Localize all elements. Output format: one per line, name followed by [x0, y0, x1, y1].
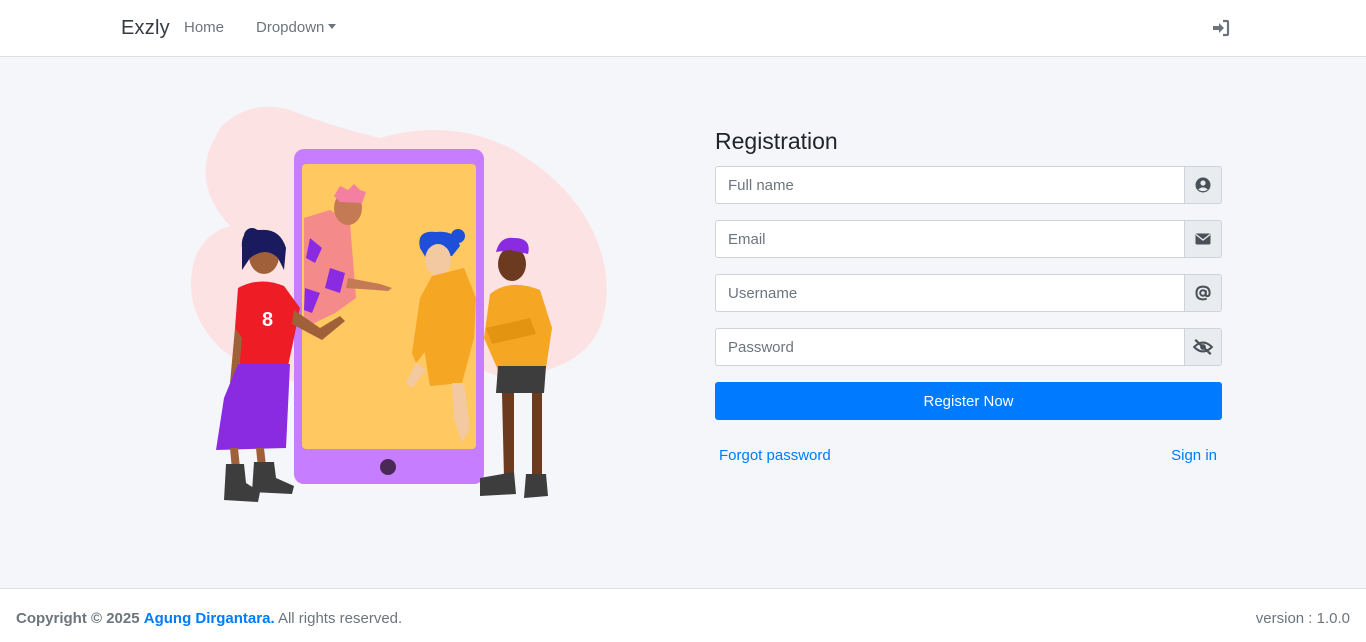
fullname-group	[715, 166, 1222, 204]
user-circle-icon	[1195, 177, 1211, 193]
copyright-prefix: Copyright © 2025	[16, 610, 140, 627]
email-input[interactable]	[715, 220, 1184, 258]
copyright-text: Copyright © 2025 Agung Dirgantara. All r…	[16, 610, 402, 627]
registration-illustration: 8	[190, 106, 607, 502]
at-icon	[1195, 285, 1211, 301]
password-group	[715, 328, 1222, 366]
rights-text: All rights reserved.	[277, 610, 403, 627]
email-group	[715, 220, 1222, 258]
register-button[interactable]: Register Now	[715, 382, 1222, 420]
top-navbar: Exzly Home Dropdown	[0, 0, 1366, 57]
password-toggle[interactable]	[1184, 328, 1222, 366]
svg-text:8: 8	[262, 309, 273, 331]
password-input[interactable]	[715, 328, 1184, 366]
brand-logo[interactable]: Exzly	[121, 17, 170, 40]
username-input[interactable]	[715, 274, 1184, 312]
sign-in-link[interactable]: Sign in	[1171, 447, 1217, 464]
version-text: version : 1.0.0	[1255, 610, 1350, 627]
page-title: Registration	[715, 128, 838, 154]
email-addon	[1184, 220, 1222, 258]
envelope-icon	[1195, 233, 1211, 245]
nav-dropdown-toggle[interactable]: Dropdown	[256, 19, 337, 36]
page-footer: Copyright © 2025 Agung Dirgantara. All r…	[0, 588, 1366, 642]
phone-home-button	[380, 459, 396, 475]
username-addon	[1184, 274, 1222, 312]
sign-in-icon[interactable]	[1212, 19, 1230, 37]
caret-down-icon	[328, 24, 337, 29]
username-group	[715, 274, 1222, 312]
nav-home-link[interactable]: Home	[184, 19, 224, 36]
eye-slash-icon	[1193, 338, 1213, 356]
author-link[interactable]: Agung Dirgantara.	[144, 610, 275, 627]
nav-dropdown-label: Dropdown	[256, 19, 325, 36]
forgot-password-link[interactable]: Forgot password	[719, 447, 831, 464]
fullname-addon	[1184, 166, 1222, 204]
fullname-input[interactable]	[715, 166, 1184, 204]
